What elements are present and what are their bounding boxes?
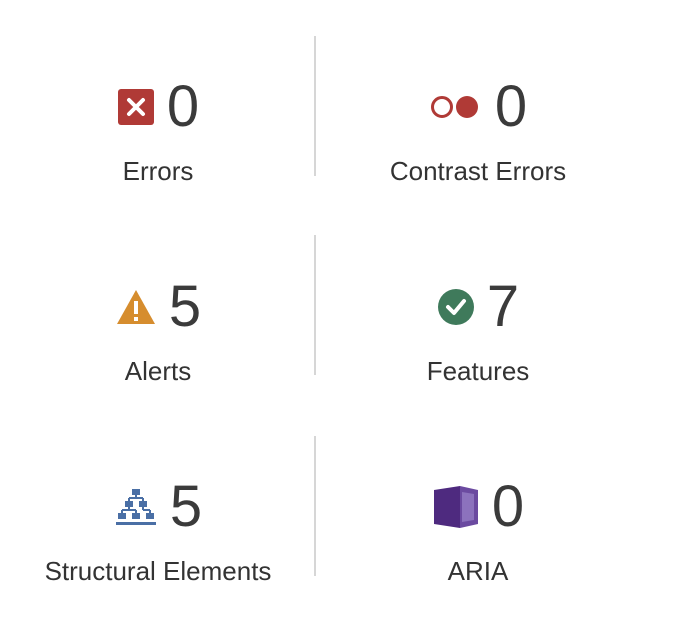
- features-row: 7: [328, 272, 628, 342]
- contrast-errors-count: 0: [494, 74, 528, 139]
- contrast-errors-row: 0: [328, 72, 628, 142]
- features-count: 7: [486, 274, 520, 339]
- structural-elements-summary[interactable]: 5 Structural Elements: [8, 472, 308, 632]
- aria-row: 0: [328, 472, 628, 542]
- column-divider: [314, 235, 316, 375]
- errors-count: 0: [166, 74, 200, 139]
- aria-count: 0: [491, 474, 525, 539]
- features-label: Features: [426, 356, 530, 386]
- contrast-circles-icon: [429, 92, 483, 122]
- contrast-errors-label: Contrast Errors: [389, 156, 567, 186]
- errors-summary[interactable]: 0 Errors: [8, 72, 308, 232]
- alerts-count: 5: [168, 274, 202, 339]
- column-divider: [314, 436, 316, 576]
- check-circle-icon: [437, 288, 475, 326]
- column-divider: [314, 36, 316, 176]
- alerts-row: 5: [8, 272, 308, 342]
- aria-label: ARIA: [447, 556, 509, 586]
- hierarchy-tree-icon: [114, 487, 158, 527]
- aria-summary[interactable]: 0 ARIA: [328, 472, 628, 632]
- errors-row: 0: [8, 72, 308, 142]
- warning-triangle-icon: [115, 288, 157, 326]
- contrast-errors-summary[interactable]: 0 Contrast Errors: [328, 72, 628, 232]
- error-x-icon: [117, 88, 155, 126]
- aria-box-icon: [432, 484, 480, 530]
- structural-elements-label: Structural Elements: [44, 556, 272, 586]
- alerts-summary[interactable]: 5 Alerts: [8, 272, 308, 432]
- summary-grid: 0 Errors 0 Contrast Errors 5 Alerts 7 Fe…: [0, 0, 682, 622]
- alerts-label: Alerts: [124, 356, 192, 386]
- structural-elements-row: 5: [8, 472, 308, 542]
- structural-elements-count: 5: [169, 474, 203, 539]
- errors-label: Errors: [122, 156, 194, 186]
- features-summary[interactable]: 7 Features: [328, 272, 628, 432]
